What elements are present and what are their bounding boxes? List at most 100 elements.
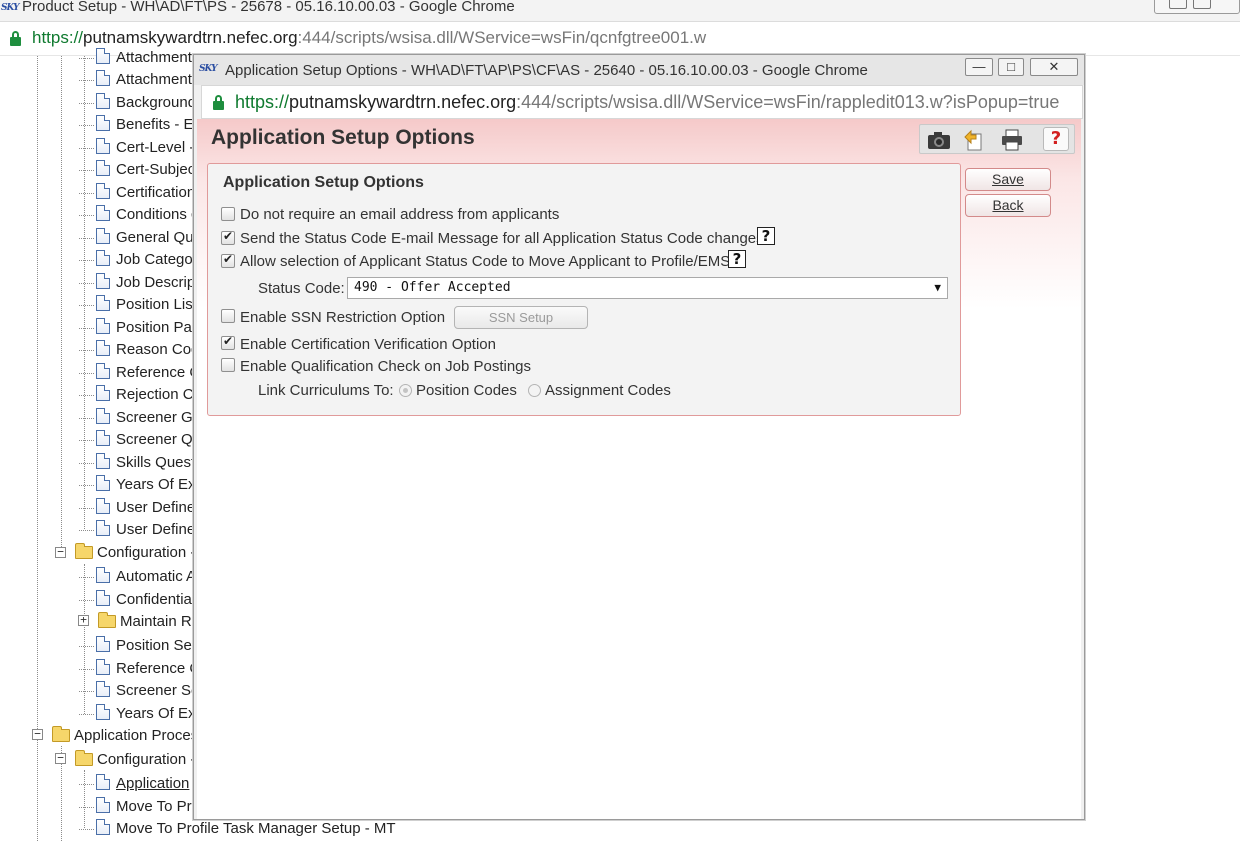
minimize-icon[interactable]: — <box>965 58 993 76</box>
tree-item[interactable]: General Qu <box>79 227 194 249</box>
document-icon <box>96 704 110 721</box>
collapse-icon[interactable]: − <box>32 728 43 740</box>
enable-ssn-checkbox[interactable] <box>221 309 235 323</box>
tree-item[interactable]: Rejection C <box>79 384 194 406</box>
tree-item[interactable]: Reason Cod <box>79 339 199 361</box>
help-question-icon[interactable]: ? <box>757 227 775 245</box>
document-icon <box>96 160 110 177</box>
document-icon <box>96 774 110 791</box>
popup-url[interactable]: https://putnamskywardtrn.nefec.org:444/s… <box>235 92 1059 113</box>
close-icon[interactable]: ✕ <box>1030 58 1078 76</box>
folder-icon <box>75 542 93 559</box>
back-window-titlebar: SKY Product Setup - WH\AD\FT\PS - 25678 … <box>0 0 1240 22</box>
help-question-icon[interactable]: ? <box>728 250 746 268</box>
document-icon <box>96 797 110 814</box>
option-no-email: Do not require an email address from app… <box>208 206 948 226</box>
position-codes-radio[interactable] <box>399 384 412 397</box>
tree-item[interactable]: Attachment <box>79 69 192 91</box>
assignment-codes-radio[interactable] <box>528 384 541 397</box>
document-icon <box>96 475 110 492</box>
option-enable-cert: Enable Certification Verification Option <box>208 334 948 356</box>
popup-address-bar[interactable]: https://putnamskywardtrn.nefec.org:444/s… <box>201 85 1083 119</box>
tree-folder-configuration[interactable]: Configuration - <box>75 542 195 564</box>
send-status-email-checkbox[interactable] <box>221 229 235 245</box>
tree-item[interactable]: Background <box>79 92 196 114</box>
tree-item[interactable]: Screener Se <box>79 680 199 702</box>
ssn-setup-button[interactable]: SSN Setup <box>454 306 588 329</box>
status-code-select[interactable]: 490 - Offer Accepted ▼ <box>347 277 948 299</box>
tree-item[interactable]: Job Descrip <box>79 272 195 294</box>
tree-folder-maintain[interactable]: Maintain Re <box>98 611 200 633</box>
tree-item[interactable]: Job Categor <box>79 249 198 271</box>
lock-icon <box>213 95 224 110</box>
clipboard-icon[interactable] <box>962 128 988 152</box>
document-icon <box>96 250 110 267</box>
back-window-controls[interactable] <box>1154 0 1240 14</box>
collapse-icon[interactable]: − <box>55 752 66 764</box>
save-button[interactable]: Save <box>965 168 1051 191</box>
tree-item[interactable]: Move To Profile Task Manager Setup - MT <box>79 818 396 840</box>
tree-item[interactable]: Screener Gr <box>79 407 198 429</box>
restore-icon[interactable] <box>1193 0 1211 9</box>
tree-folder-configuration[interactable]: Configuration - <box>75 749 195 771</box>
tree-guide <box>61 56 62 553</box>
document-icon <box>96 453 110 470</box>
print-icon[interactable] <box>999 128 1025 152</box>
tree-folder-application-process[interactable]: Application Proces <box>52 725 198 747</box>
enable-qual-label: Enable Qualification Check on Job Postin… <box>240 358 532 375</box>
enable-cert-label: Enable Certification Verification Option <box>240 336 496 353</box>
position-codes-label: Position Codes <box>416 382 517 399</box>
tree-item[interactable]: Confidential <box>79 589 195 611</box>
page-title: Application Setup Options <box>211 126 475 149</box>
tree-item[interactable]: Benefits - E <box>79 114 194 136</box>
tree-item[interactable]: Reference C <box>79 658 200 680</box>
tree-item-current[interactable]: Application <box>79 773 189 795</box>
no-email-checkbox[interactable] <box>221 207 235 221</box>
document-icon <box>96 659 110 676</box>
camera-icon[interactable] <box>926 128 952 152</box>
tree-item[interactable]: Automatic A <box>79 566 196 588</box>
document-icon <box>96 93 110 110</box>
back-button[interactable]: Back <box>965 194 1051 217</box>
page-header: Application Setup Options ? <box>197 119 1081 155</box>
tree-item[interactable]: Cert-Subjec <box>79 159 195 181</box>
document-icon <box>96 70 110 87</box>
tree-item[interactable]: Certification <box>79 182 195 204</box>
document-icon <box>96 567 110 584</box>
restore-icon[interactable]: □ <box>998 58 1024 76</box>
tree-item[interactable]: User Define <box>79 497 195 519</box>
tree-item[interactable]: Position Pay <box>79 317 199 339</box>
tree-item[interactable]: Years Of Ex <box>79 474 195 496</box>
tree-item[interactable]: Conditions c <box>79 204 199 226</box>
minimize-icon[interactable] <box>1169 0 1187 9</box>
allow-status-move-checkbox[interactable] <box>221 252 235 268</box>
tree-item[interactable]: Years Of Ex <box>79 703 195 725</box>
back-url[interactable]: https://putnamskywardtrn.nefec.org:444/s… <box>32 28 706 48</box>
document-icon <box>96 115 110 132</box>
tree-item[interactable]: Cert-Level - <box>79 137 194 159</box>
document-icon <box>96 819 110 836</box>
tree-item[interactable]: Move To Pr <box>79 796 192 818</box>
allow-status-move-label: Allow selection of Applicant Status Code… <box>240 253 731 270</box>
popup-titlebar[interactable]: SKY Application Setup Options - WH\AD\FT… <box>194 55 1084 85</box>
tree-item[interactable]: Skills Quest <box>79 452 195 474</box>
enable-qual-checkbox[interactable] <box>221 358 235 372</box>
tree-item[interactable]: User Define <box>79 519 195 541</box>
popup-window: SKY Application Setup Options - WH\AD\FT… <box>193 54 1085 820</box>
document-icon <box>96 520 110 537</box>
document-icon <box>96 590 110 607</box>
document-icon <box>96 295 110 312</box>
tree-item[interactable]: Position Set <box>79 635 196 657</box>
expand-icon[interactable]: + <box>78 614 89 626</box>
panel-title: Application Setup Options <box>223 174 424 191</box>
tree-item[interactable]: Screener Qu <box>79 429 201 451</box>
tree-item[interactable]: Position List <box>79 294 197 316</box>
collapse-icon[interactable]: − <box>55 546 66 558</box>
tree-item[interactable]: Attachment <box>79 47 192 69</box>
document-icon <box>96 183 110 200</box>
help-icon[interactable]: ? <box>1043 127 1069 151</box>
tree-guide <box>84 770 85 828</box>
tree-item[interactable]: Reference C <box>79 362 200 384</box>
document-icon <box>96 498 110 515</box>
enable-cert-checkbox[interactable] <box>221 334 235 350</box>
